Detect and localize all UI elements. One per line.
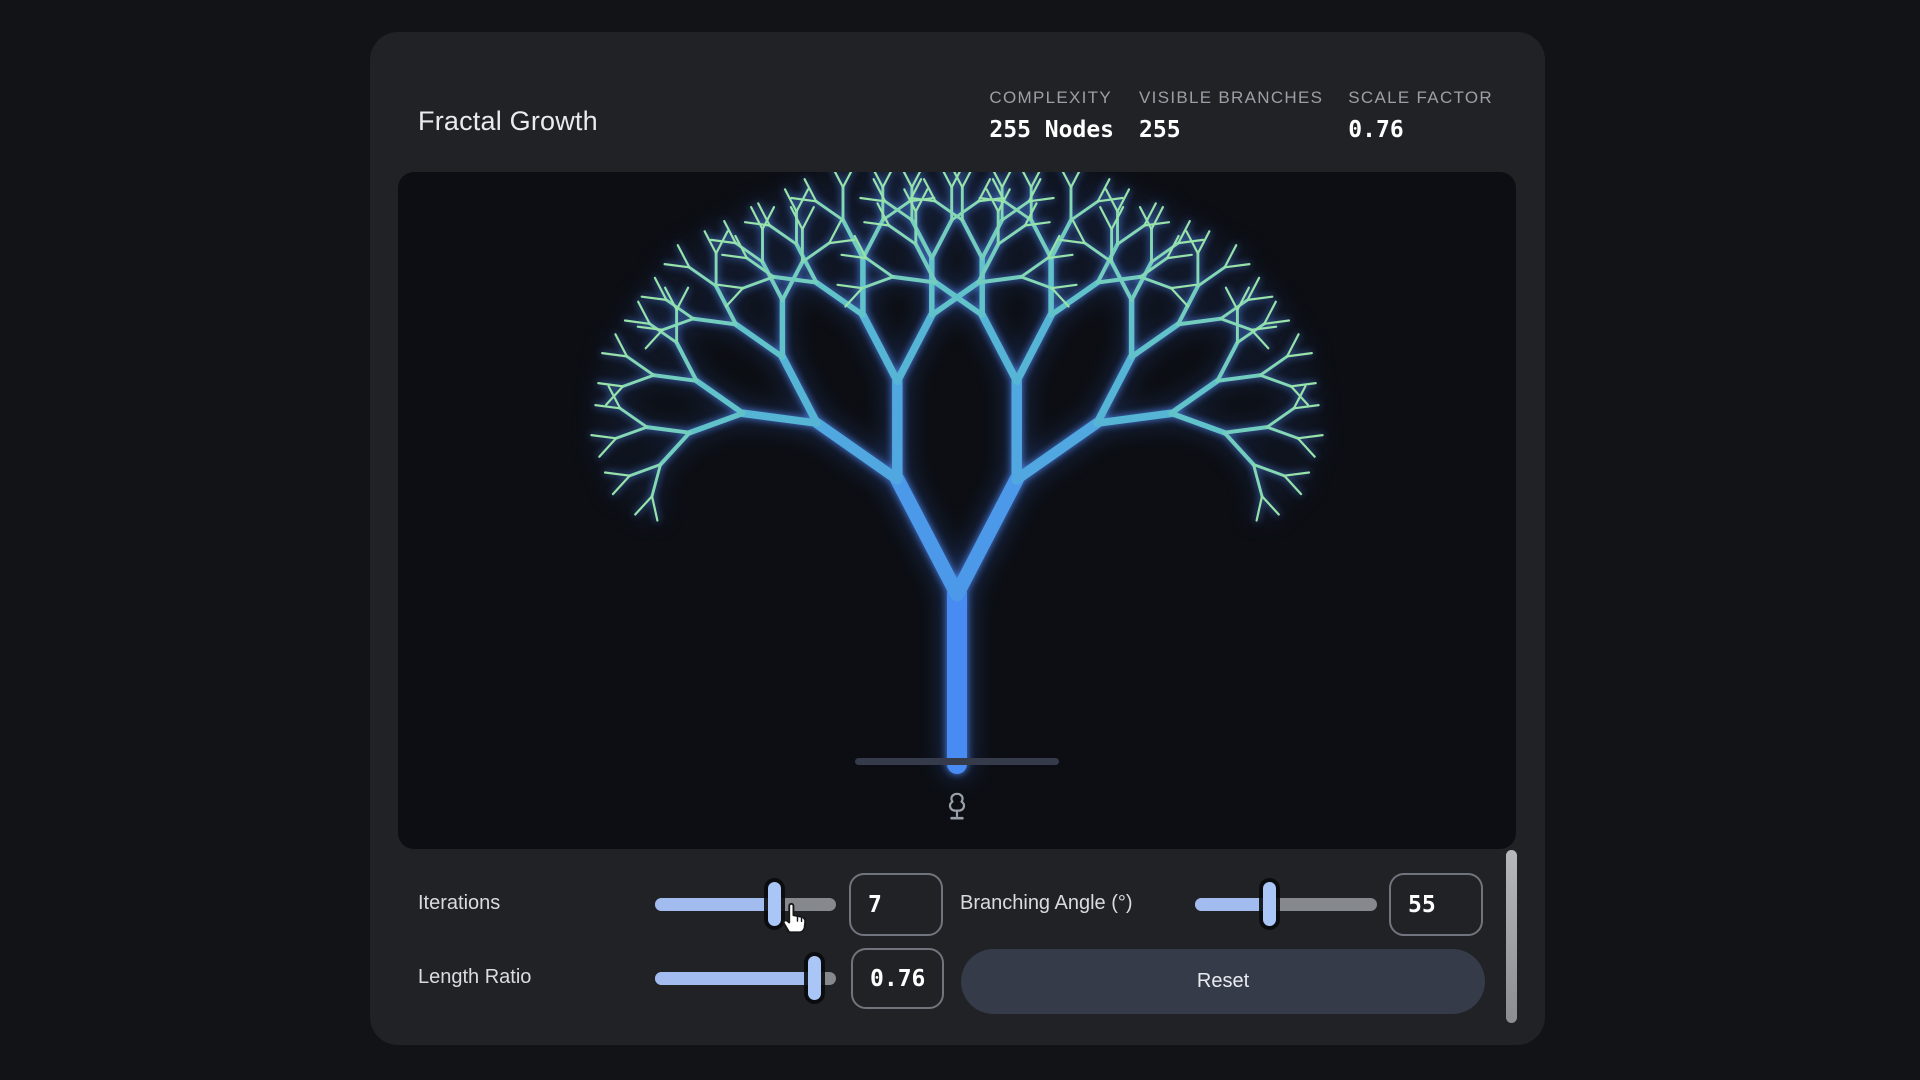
iterations-value-field[interactable]: 7: [849, 873, 943, 936]
fractal-tree: [591, 172, 1322, 764]
branching-angle-value-field[interactable]: 55: [1389, 873, 1483, 936]
page-title: Fractal Growth: [418, 106, 598, 137]
length-ratio-value-field[interactable]: 0.76: [851, 948, 944, 1009]
length-ratio-slider-fill: [655, 972, 814, 985]
fractal-canvas: [398, 172, 1516, 849]
branching-angle-slider-track[interactable]: [1195, 898, 1377, 911]
stats-bar: COMPLEXITY 255 Nodes VISIBLE BRANCHES 25…: [989, 88, 1493, 143]
stat-complexity: COMPLEXITY 255 Nodes: [989, 88, 1114, 143]
stat-visible-branches-label: VISIBLE BRANCHES: [1139, 88, 1323, 108]
stat-visible-branches-value: 255: [1139, 117, 1323, 143]
iterations-slider[interactable]: [655, 882, 836, 926]
fractal-tree-svg: [398, 172, 1516, 849]
stat-complexity-value: 255 Nodes: [989, 117, 1114, 143]
stat-scale-factor-value: 0.76: [1348, 117, 1493, 143]
panel-scrollbar[interactable]: [1506, 850, 1517, 1023]
reset-button[interactable]: Reset: [961, 949, 1485, 1014]
fractal-growth-panel: Fractal Growth COMPLEXITY 255 Nodes VISI…: [370, 32, 1545, 1045]
stat-scale-factor-label: SCALE FACTOR: [1348, 88, 1493, 108]
iterations-slider-track[interactable]: [655, 898, 836, 911]
iterations-slider-thumb[interactable]: [768, 882, 781, 926]
ground-line: [855, 758, 1059, 765]
branching-angle-slider[interactable]: [1195, 882, 1377, 926]
stat-complexity-label: COMPLEXITY: [989, 88, 1114, 108]
branching-angle-slider-fill: [1195, 898, 1270, 911]
iterations-label: Iterations: [418, 892, 500, 915]
stat-scale-factor: SCALE FACTOR 0.76: [1348, 88, 1493, 143]
branching-angle-slider-thumb[interactable]: [1263, 882, 1276, 926]
tree-icon: [950, 794, 964, 818]
length-ratio-slider[interactable]: [655, 956, 836, 1000]
branching-angle-label: Branching Angle (°): [960, 892, 1133, 915]
iterations-slider-fill: [655, 898, 774, 911]
length-ratio-label: Length Ratio: [418, 966, 531, 989]
length-ratio-slider-thumb[interactable]: [808, 956, 821, 1000]
stat-visible-branches: VISIBLE BRANCHES 255: [1139, 88, 1323, 143]
